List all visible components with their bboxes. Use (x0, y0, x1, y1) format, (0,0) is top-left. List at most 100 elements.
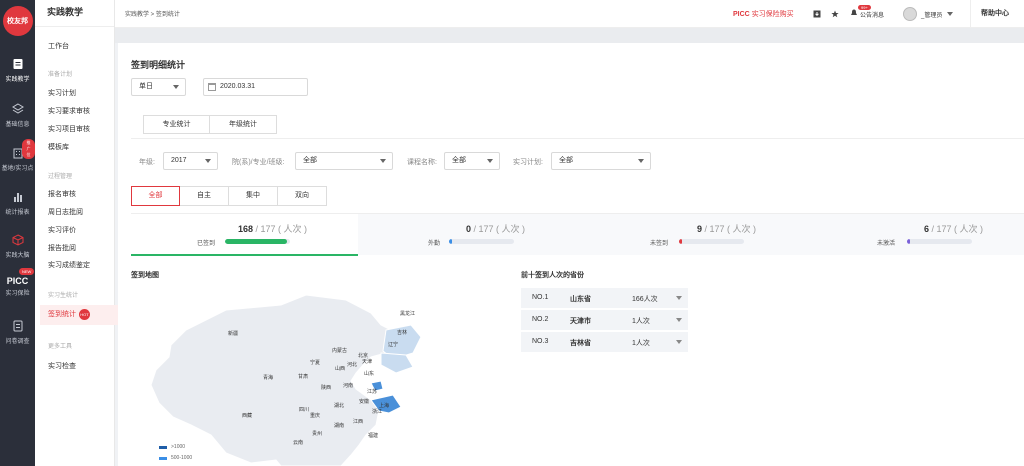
menu-item-report-review[interactable]: 报告批阅 (48, 243, 76, 253)
province-label: 云南 (293, 440, 304, 446)
province-label: 江苏 (367, 389, 378, 395)
rail-item-base-site[interactable]: 推广位 基地/实习点 (0, 139, 35, 172)
star-icon[interactable] (831, 10, 839, 18)
legend-label: 500-1000 (171, 455, 193, 461)
bell-icon[interactable] (850, 9, 858, 17)
stat-checked-in[interactable]: 168 / 177 ( 人次 ) 已签到 (131, 214, 358, 256)
stat-value: 6 / 177 ( 人次 ) (924, 224, 984, 234)
rail-item-practice-teaching[interactable]: 实践教学 (0, 58, 35, 83)
chevron-down-icon (173, 85, 179, 89)
top-bar: 实践教学 > 签到统计 PICC 实习保险购买 99+ 公告消息 _管理员 帮助… (115, 0, 1024, 28)
rank-province: 吉林省 (570, 340, 591, 347)
clipboard-icon (13, 59, 22, 69)
chevron-down-icon (380, 159, 386, 163)
rail-label: 统计报表 (5, 210, 30, 216)
rail-item-basic-info[interactable]: 基础信息 (0, 103, 35, 128)
rail-item-insurance[interactable]: NEW PICC 实习保险 (0, 268, 35, 297)
segment-self[interactable]: 自主 (180, 186, 229, 206)
menu-item-signup-review[interactable]: 报名审核 (48, 189, 76, 199)
download-icon[interactable] (813, 10, 821, 18)
menu-item-requirement-review[interactable]: 实习要求审核 (48, 106, 90, 116)
main-content: 签到明细统计 单日 2020.03.31 专业统计 年级统计 年级: 2017 … (118, 43, 1024, 466)
stat-progress (225, 239, 290, 244)
rail-item-practice-brain[interactable]: 实践大脑 (0, 234, 35, 259)
type-segments: 全部 自主 集中 双向 (131, 186, 327, 206)
rank-count: 1人次 (632, 340, 650, 347)
filter-label-course: 课程名称: (407, 159, 437, 166)
province-label: 黑龙江 (400, 311, 416, 317)
school-logo[interactable]: 校友邦 (2, 6, 33, 36)
rail-label: 实习保险 (5, 291, 30, 297)
province-label: 青海 (263, 375, 274, 381)
date-picker[interactable]: 2020.03.31 (203, 78, 308, 96)
grade-select[interactable]: 2017 (163, 152, 218, 170)
province-label: 山西 (335, 366, 346, 372)
province-label: 天津 (362, 359, 373, 365)
rail-label: 基础信息 (5, 122, 30, 128)
ranking-row[interactable]: NO.1 山东省 166人次 (521, 288, 688, 308)
menu-item-evaluation[interactable]: 实习评价 (48, 225, 76, 235)
rank-province: 天津市 (570, 318, 591, 325)
chevron-down-icon (947, 12, 954, 16)
plan-select-value: 全部 (559, 157, 573, 164)
rail-label: 问卷调查 (5, 339, 30, 345)
course-select[interactable]: 全部 (444, 152, 500, 170)
menu-item-workbench[interactable]: 工作台 (48, 41, 69, 51)
hot-badge: HOT (79, 308, 90, 320)
picc-icon: PICC (6, 276, 29, 286)
province-label: 安徽 (359, 399, 370, 405)
insurance-link[interactable]: PICC 实习保险购买 (733, 9, 794, 19)
notice-link[interactable]: 公告消息 (860, 10, 884, 19)
stat-progress (679, 239, 744, 244)
chevron-down-icon (676, 318, 682, 322)
legend-swatch (159, 445, 167, 449)
menu-group-stats: 实习生统计 (48, 293, 79, 299)
plan-select[interactable]: 全部 (551, 152, 651, 170)
province-label: 江西 (353, 419, 364, 425)
insurance-link-label: 实习保险购买 (751, 11, 794, 18)
province-label: 湖北 (334, 403, 345, 409)
range-select-value: 单日 (139, 83, 153, 90)
rail-item-reports[interactable]: 统计报表 (0, 191, 35, 216)
menu-item-project-review[interactable]: 实习项目审核 (48, 124, 90, 134)
help-center-link[interactable]: 帮助中心 (970, 0, 1009, 28)
ranking-row[interactable]: NO.2 天津市 1人次 (521, 310, 688, 330)
segment-all[interactable]: 全部 (131, 186, 180, 206)
side-menu: 实践教学 工作台 准备计划 实习计划 实习要求审核 实习项目审核 模板库 过程管… (35, 0, 142, 466)
rail-label: 实践大脑 (5, 253, 30, 259)
province-label: 吉林 (397, 330, 408, 336)
module-title: 实践教学 (35, 0, 114, 27)
stat-not-checked-in[interactable]: 9 / 177 ( 人次 ) 未签到 (580, 214, 802, 256)
tab-major-stats[interactable]: 专业统计 (143, 115, 210, 134)
tab-grade-stats[interactable]: 年级统计 (210, 115, 277, 134)
ranking-row[interactable]: NO.3 吉林省 1人次 (521, 332, 688, 352)
province-label: 甘肃 (298, 374, 309, 380)
stat-progress (449, 239, 514, 244)
user-menu[interactable]: _管理员 (903, 7, 954, 21)
range-select[interactable]: 单日 (131, 78, 186, 96)
stat-label: 外勤 (428, 241, 441, 247)
department-select[interactable]: 全部 (295, 152, 393, 170)
segment-centralized[interactable]: 集中 (229, 186, 278, 206)
menu-item-inspection[interactable]: 实习检查 (48, 361, 76, 371)
stat-field-work[interactable]: 0 / 177 ( 人次 ) 外勤 (358, 214, 580, 256)
checkin-map[interactable]: 黑龙江 吉林 新疆 内蒙古 辽宁 北京 天津 山西 河北 宁夏 甘肃 山东 青海… (131, 285, 422, 466)
rail-item-survey[interactable]: 问卷调查 (0, 320, 35, 345)
legend-item: 500-1000 (159, 455, 192, 461)
menu-item-internship-plan[interactable]: 实习计划 (48, 88, 76, 98)
menu-item-weekly-log[interactable]: 周日志批阅 (48, 207, 83, 217)
ranking-title: 前十签到人次的省份 (521, 272, 584, 279)
page-header-strip (115, 28, 1024, 43)
segment-two-way[interactable]: 双向 (278, 186, 327, 206)
menu-item-grade[interactable]: 实习成绩鉴定 (48, 260, 90, 270)
stat-value: 168 / 177 ( 人次 ) (238, 224, 308, 234)
stat-label: 未签到 (650, 241, 669, 247)
promo-badge: 推广位 (22, 139, 35, 159)
stat-progress-fill (225, 239, 287, 244)
stat-value: 9 / 177 ( 人次 ) (697, 224, 757, 234)
stat-value: 0 / 177 ( 人次 ) (466, 224, 526, 234)
stat-not-activated[interactable]: 6 / 177 ( 人次 ) 未激活 (802, 214, 1024, 256)
menu-group-process: 过程管理 (48, 174, 73, 180)
menu-item-template-library[interactable]: 模板库 (48, 142, 69, 152)
rank-number: NO.3 (532, 338, 549, 345)
